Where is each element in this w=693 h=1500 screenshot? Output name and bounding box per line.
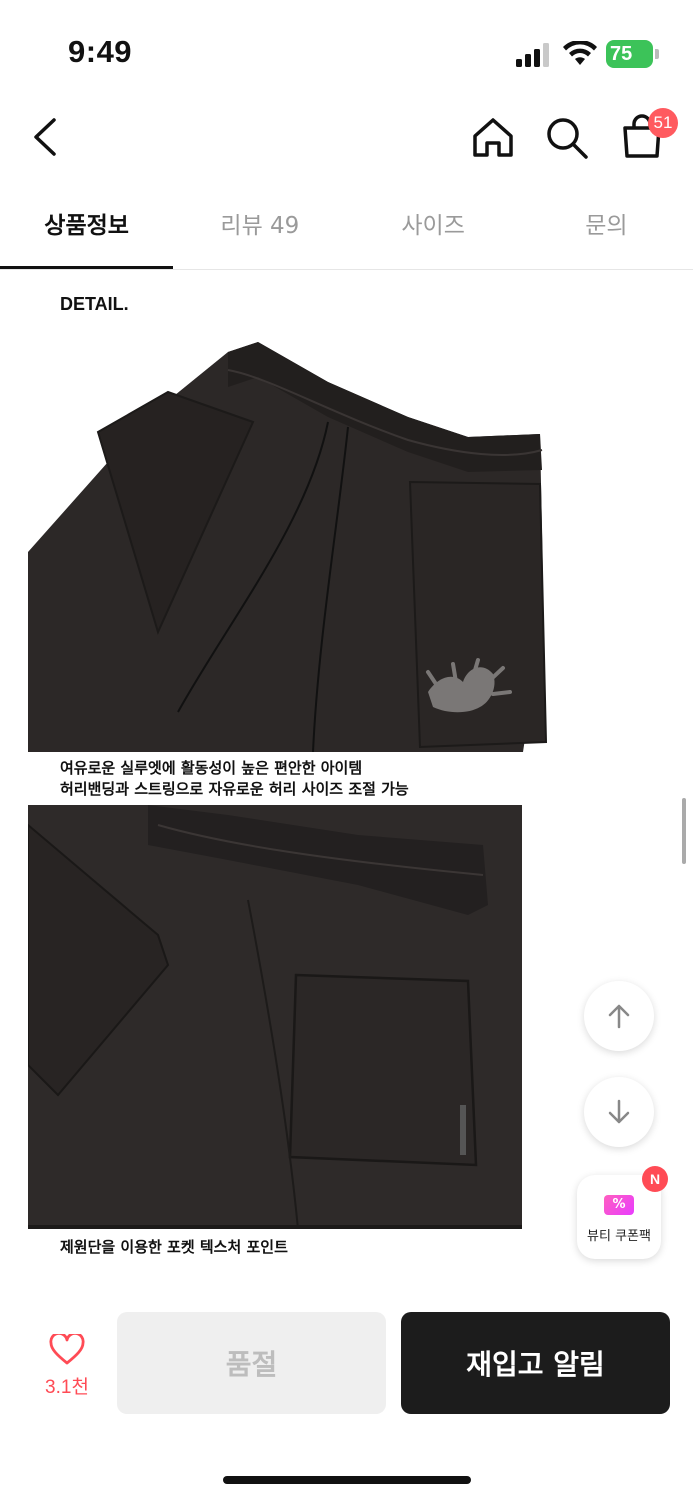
caption-line: 여유로운 실루엣에 활동성이 높은 편안한 아이템 [60,759,363,777]
detail-heading: DETAIL. [60,294,129,314]
detail-caption-1: 여유로운 실루엣에 활동성이 높은 편안한 아이템 허리밴딩과 스트링으로 자유… [60,758,409,800]
arrow-up-icon [608,1004,630,1029]
restock-alert-button[interactable]: 재입고 알림 [401,1312,670,1414]
new-badge: N [642,1166,668,1192]
product-photo-front-detail [28,322,552,752]
battery-indicator: 75 [606,40,659,68]
scrollbar[interactable] [682,798,686,864]
detail-caption-2: 제원단을 이용한 포켓 텍스처 포인트 [60,1238,288,1256]
soldout-button: 품절 [117,1312,386,1414]
chevron-left-icon[interactable] [28,114,68,160]
tab-size[interactable]: 사이즈 [347,196,520,269]
status-bar: 9:49 75 [0,0,693,100]
cellular-signal-icon [516,43,549,67]
coupon-icon: % [604,1195,634,1215]
arrow-down-icon [608,1099,630,1124]
like-count: 3.1천 [45,1377,89,1398]
home-icon[interactable] [469,114,517,162]
tab-product-info[interactable]: 상품정보 [0,196,174,269]
product-tabs: 상품정보 리뷰 49 사이즈 문의 [0,196,693,270]
wifi-icon [563,41,597,65]
coupon-label: 뷰티 쿠폰팩 [587,1229,651,1244]
home-indicator[interactable] [223,1476,471,1484]
cart-count-badge: 51 [648,108,678,138]
tab-inquiry[interactable]: 문의 [520,196,693,269]
search-icon[interactable] [543,114,591,162]
product-photo-back-pocket [28,805,522,1229]
scroll-bottom-button[interactable] [584,1077,654,1147]
battery-level: 75 [610,43,633,65]
tab-reviews[interactable]: 리뷰 49 [173,196,346,269]
like-button[interactable]: 3.1천 [36,1331,98,1399]
heart-icon [49,1331,85,1365]
scroll-top-button[interactable] [584,981,654,1051]
caption-line: 허리밴딩과 스트링으로 자유로운 허리 사이즈 조절 가능 [60,780,409,798]
status-time: 9:49 [68,34,133,69]
